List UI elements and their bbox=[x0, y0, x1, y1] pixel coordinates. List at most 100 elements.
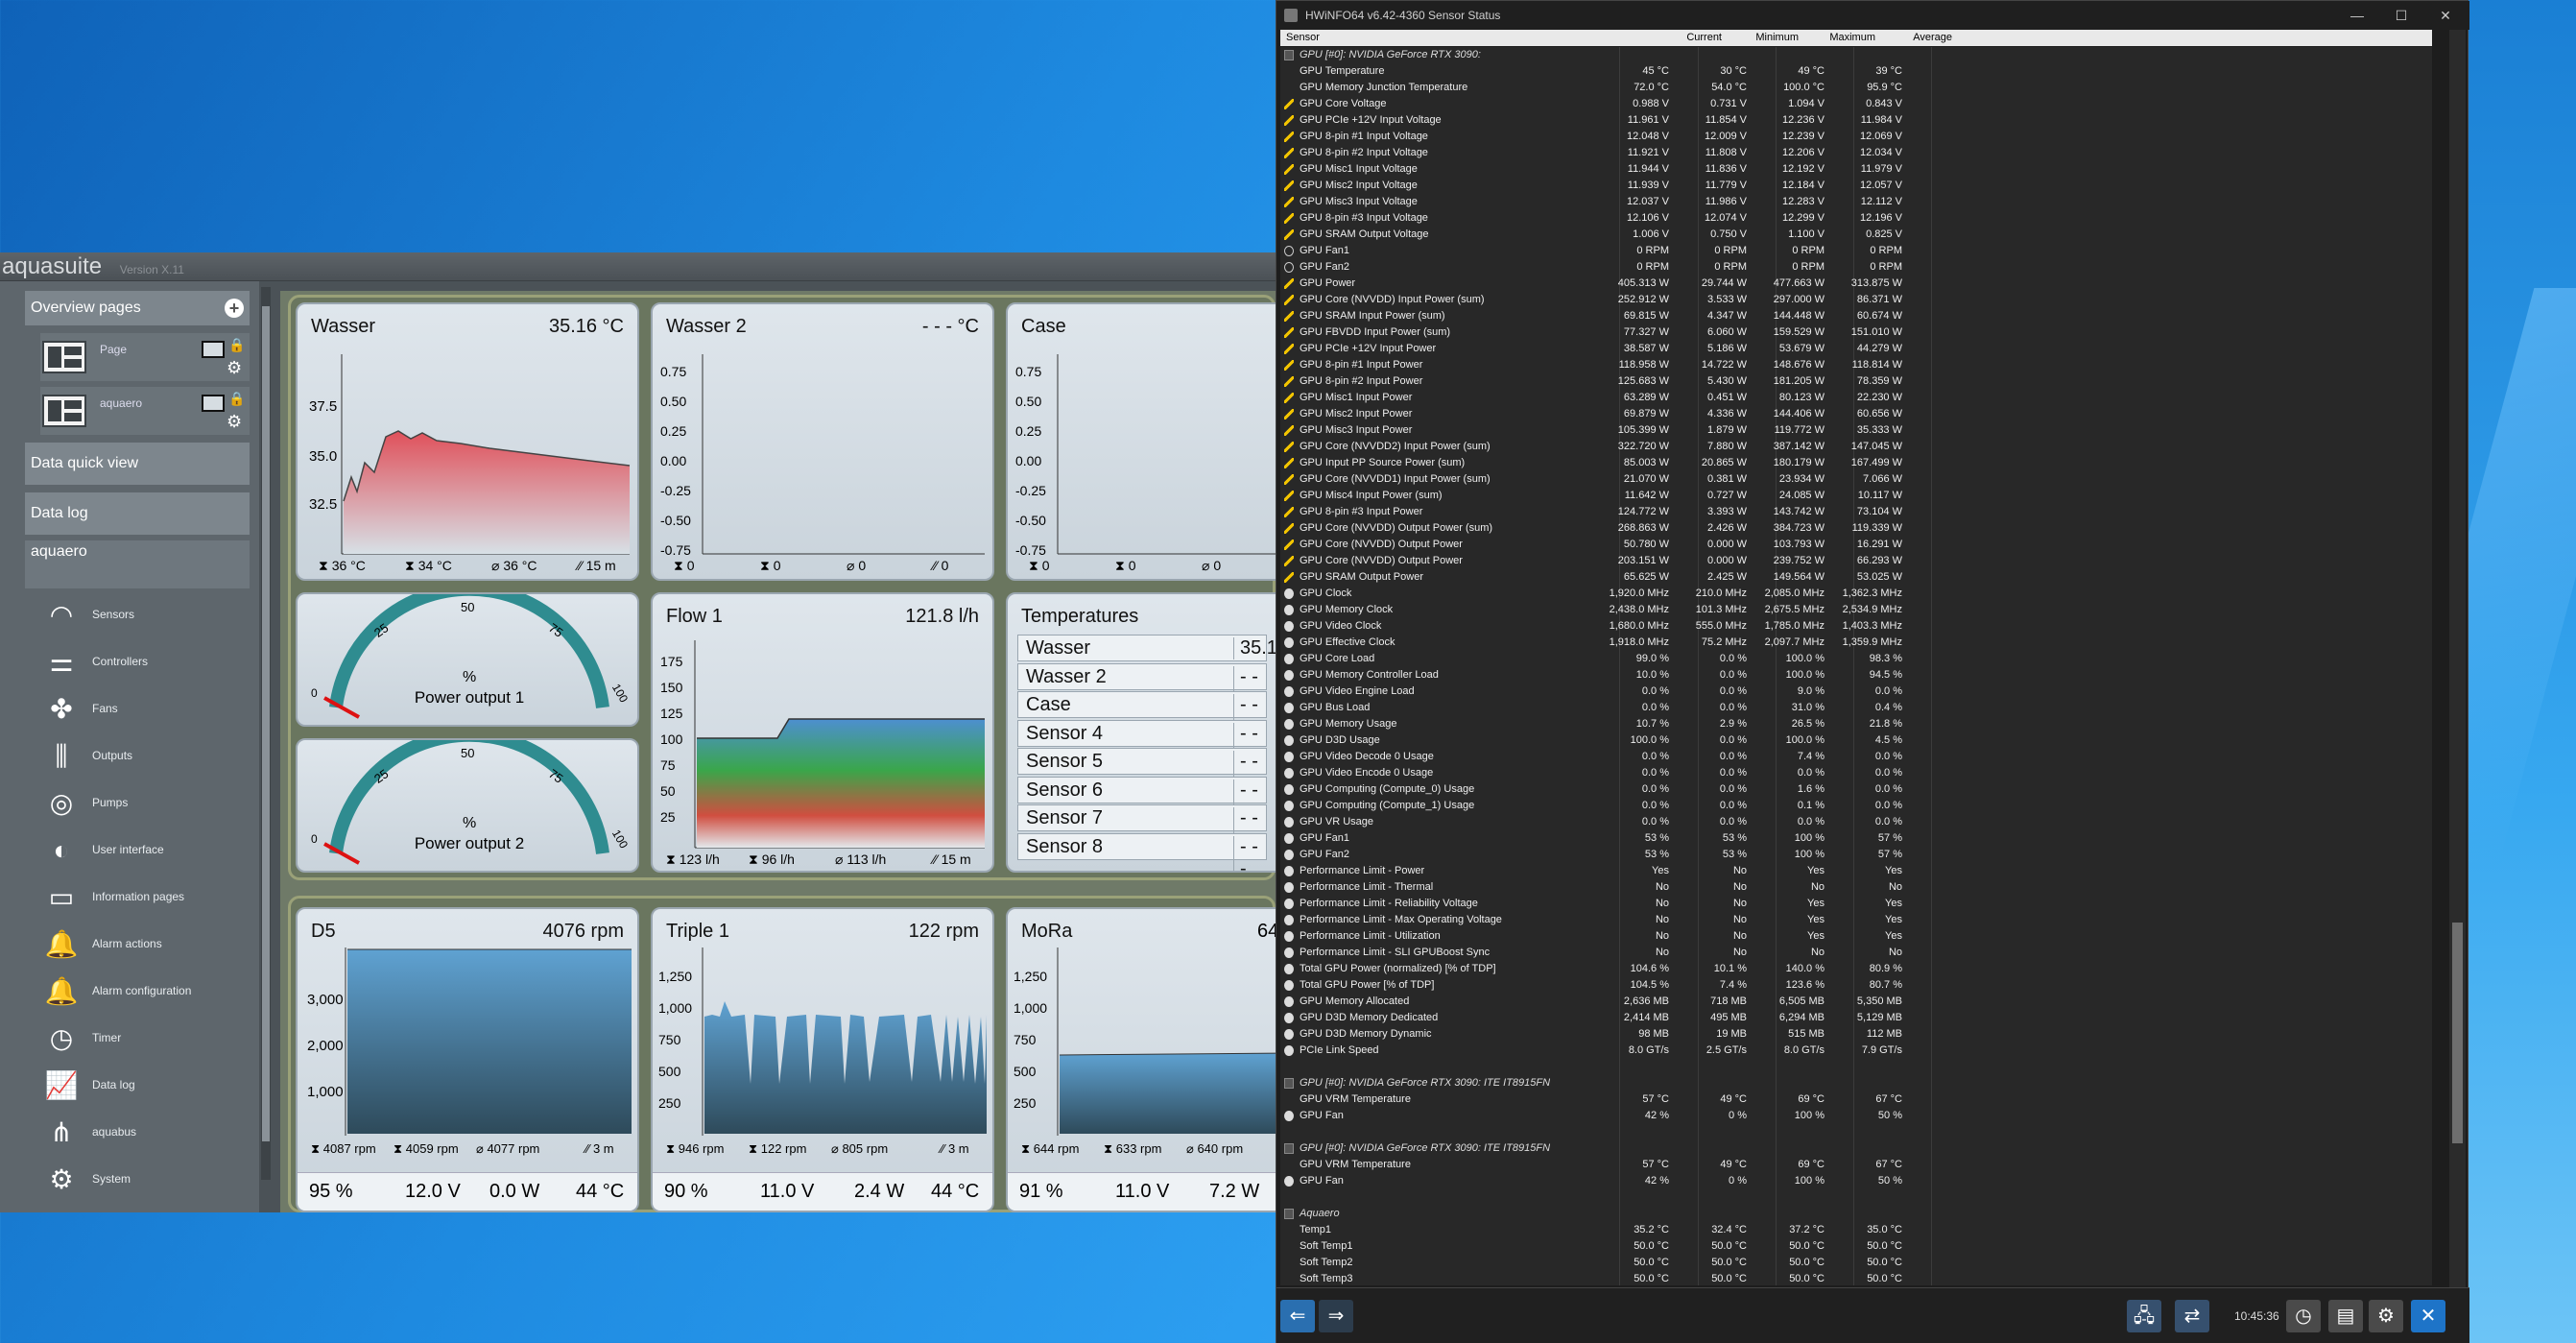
sensor-row[interactable]: GPU SRAM Output Power 65.625 W 2.425 W 149.… bbox=[1280, 569, 2432, 586]
sensor-row[interactable]: GPU Core (NVVDD2) Input Power (sum) 322.7… bbox=[1280, 439, 2432, 455]
maximize-button[interactable]: ☐ bbox=[2379, 1, 2423, 30]
sensor-row[interactable]: GPU Core (NVVDD) Input Power (sum) 252.91… bbox=[1280, 292, 2432, 308]
overview-pages-header[interactable]: Overview pages + bbox=[25, 291, 250, 325]
sensor-row[interactable]: GPU Power 405.313 W 29.744 W 477.663 W 313.8… bbox=[1280, 276, 2432, 292]
sensor-row[interactable]: Soft Temp1 50.0 °C 50.0 °C 50.0 °C 50.0 °C bbox=[1280, 1238, 2432, 1255]
sensor-row[interactable]: GPU Misc2 Input Power 69.879 W 4.336 W 144.… bbox=[1280, 406, 2432, 422]
sync-icon[interactable]: ⇄ bbox=[2175, 1300, 2209, 1332]
nav-item-aquabus[interactable]: ⋔ aquabus bbox=[40, 1112, 250, 1154]
gear-icon[interactable]: ⚙ bbox=[227, 358, 242, 378]
gear-icon[interactable]: ⚙ bbox=[227, 412, 242, 432]
sensor-row[interactable]: GPU FBVDD Input Power (sum) 77.327 W 6.060… bbox=[1280, 324, 2432, 341]
nav-item-system[interactable]: ⚙ System bbox=[40, 1159, 250, 1201]
nav-item-timer[interactable]: ◷ Timer bbox=[40, 1018, 250, 1060]
sensor-row[interactable]: GPU Video Decode 0 Usage 0.0 % 0.0 % 7.4 % 0… bbox=[1280, 749, 2432, 765]
flow1-card[interactable]: Flow 1 121.8 l/h 175 150 125 100 75 50 25 ⧗ 12… bbox=[651, 592, 994, 873]
scrollbar-thumb[interactable] bbox=[262, 306, 270, 1141]
sensor-row[interactable]: GPU Misc3 Input Power 105.399 W 1.879 W 119… bbox=[1280, 422, 2432, 439]
nav-item-pumps[interactable]: ◎ Pumps bbox=[40, 782, 250, 825]
sensor-group-header[interactable]: Aquaero bbox=[1280, 1206, 2432, 1222]
sensor-row[interactable]: Soft Temp3 50.0 °C 50.0 °C 50.0 °C 50.0 °C bbox=[1280, 1271, 2432, 1285]
nav-back-icon[interactable]: ⇐ bbox=[1280, 1300, 1315, 1332]
sensor-row[interactable]: GPU Memory Allocated 2,636 MB 718 MB 6,505 … bbox=[1280, 994, 2432, 1010]
wasser-card[interactable]: Wasser 35.16 °C 37.5 35.0 32.5 ⧗ 36 °C ⧗… bbox=[296, 302, 639, 581]
sensor-row[interactable]: GPU Video Clock 1,680.0 MHz 555.0 MHz 1,785… bbox=[1280, 618, 2432, 635]
sensor-row[interactable]: GPU Fan 42 % 0 % 100 % 50 % bbox=[1280, 1108, 2432, 1124]
nav-item-outputs[interactable]: ⫼ Outputs bbox=[40, 735, 250, 778]
sensor-row[interactable]: GPU Fan2 0 RPM 0 RPM 0 RPM 0 RPM bbox=[1280, 259, 2432, 276]
data-quick-view-button[interactable]: Data quick view bbox=[25, 443, 250, 485]
sensor-row[interactable]: GPU Memory Usage 10.7 % 2.9 % 26.5 % 21.8 % bbox=[1280, 716, 2432, 732]
sensor-row[interactable]: GPU Misc1 Input Power 63.289 W 0.451 W 80.1… bbox=[1280, 390, 2432, 406]
sensor-row[interactable]: GPU Temperature 45 °C 30 °C 49 °C 39 °C bbox=[1280, 63, 2432, 80]
sensor-row[interactable]: GPU SRAM Output Voltage 1.006 V 0.750 V 1.1… bbox=[1280, 227, 2432, 243]
sensor-row[interactable]: GPU 8-pin #3 Input Voltage 12.106 V 12.074… bbox=[1280, 210, 2432, 227]
sensor-row[interactable]: GPU D3D Usage 100.0 % 0.0 % 100.0 % 4.5 % bbox=[1280, 732, 2432, 749]
sensor-row[interactable]: GPU Computing (Compute_1) Usage 0.0 % 0.0 … bbox=[1280, 798, 2432, 814]
sensor-row[interactable]: GPU Fan 42 % 0 % 100 % 50 % bbox=[1280, 1173, 2432, 1189]
sensor-row[interactable]: GPU D3D Memory Dedicated 2,414 MB 495 MB 6,… bbox=[1280, 1010, 2432, 1026]
settings-icon[interactable]: ⚙ bbox=[2369, 1300, 2403, 1332]
sensor-row[interactable]: GPU Misc2 Input Voltage 11.939 V 11.779 V 1… bbox=[1280, 178, 2432, 194]
nav-item-controllers[interactable]: ⚌ Controllers bbox=[40, 641, 250, 683]
power-output-1-gauge[interactable]: 0 25 50 75 100 % Power output 1 bbox=[296, 592, 639, 727]
sensor-row[interactable]: Performance Limit - SLI GPUBoost Sync No N… bbox=[1280, 945, 2432, 961]
sensor-group-header[interactable]: GPU [#0]: NVIDIA GeForce RTX 3090: bbox=[1280, 47, 2432, 63]
sensor-row[interactable]: GPU Memory Clock 2,438.0 MHz 101.3 MHz 2,67… bbox=[1280, 602, 2432, 618]
sensor-group-header[interactable]: GPU [#0]: NVIDIA GeForce RTX 3090: ITE I… bbox=[1280, 1140, 2432, 1157]
wasser2-card[interactable]: Wasser 2 - - - °C 0.75 0.50 0.25 0.00 -0.25-… bbox=[651, 302, 994, 581]
d5-card[interactable]: D5 4076 rpm 3,000 2,000 1,000 ⧗ 4087 rpm… bbox=[296, 907, 639, 1212]
column-header-current[interactable]: Current bbox=[1655, 32, 1722, 43]
add-page-icon[interactable]: + bbox=[225, 299, 244, 318]
nav-item-fans[interactable]: ✤ Fans bbox=[40, 688, 250, 731]
monitor-icon[interactable] bbox=[202, 395, 225, 412]
network-icon[interactable]: 🖧 bbox=[2127, 1300, 2161, 1332]
nav-item-data-log[interactable]: 📈 Data log bbox=[40, 1065, 250, 1107]
nav-item-alarm-configuration[interactable]: 🔔 Alarm configuration bbox=[40, 971, 250, 1013]
sensor-row[interactable]: GPU Effective Clock 1,918.0 MHz 75.2 MHz 2,… bbox=[1280, 635, 2432, 651]
sensor-row[interactable]: GPU Misc3 Input Voltage 12.037 V 11.986 V 1… bbox=[1280, 194, 2432, 210]
sensor-row[interactable]: Total GPU Power [% of TDP] 104.5 % 7.4 % 12… bbox=[1280, 977, 2432, 994]
sensor-row[interactable]: GPU SRAM Input Power (sum) 69.815 W 4.347 … bbox=[1280, 308, 2432, 324]
sensor-row[interactable]: GPU 8-pin #1 Input Power 118.958 W 14.722 … bbox=[1280, 357, 2432, 373]
sensor-row[interactable]: GPU Fan1 53 % 53 % 100 % 57 % bbox=[1280, 830, 2432, 847]
sensor-row[interactable]: GPU Memory Junction Temperature 72.0 °C 54… bbox=[1280, 80, 2432, 96]
lock-icon[interactable]: 🔒 bbox=[228, 391, 245, 406]
column-header-average[interactable]: Average bbox=[1885, 32, 1952, 43]
power-output-2-gauge[interactable]: 0 25 50 75 100 % Power output 2 bbox=[296, 738, 639, 873]
sensor-row[interactable]: GPU VRM Temperature 57 °C 49 °C 69 °C 67 °C bbox=[1280, 1091, 2432, 1108]
triple1-card[interactable]: Triple 1 122 rpm 1,250 1,000 750 500 250 ⧗ 9… bbox=[651, 907, 994, 1212]
sensor-row[interactable]: GPU Core Load 99.0 % 0.0 % 100.0 % 98.3 % bbox=[1280, 651, 2432, 667]
sidebar-scrollbar[interactable] bbox=[261, 287, 271, 1180]
close-sensors-icon[interactable]: ✕ bbox=[2411, 1300, 2445, 1332]
data-log-button[interactable]: Data log bbox=[25, 492, 250, 535]
sensor-row[interactable]: GPU 8-pin #2 Input Power 125.683 W 5.430 W… bbox=[1280, 373, 2432, 390]
nav-item-information-pages[interactable]: ▭ Information pages bbox=[40, 876, 250, 919]
minimize-button[interactable]: — bbox=[2335, 1, 2379, 30]
scrollbar-thumb[interactable] bbox=[2452, 923, 2463, 1143]
nav-item-alarm-actions[interactable]: 🔔 Alarm actions bbox=[40, 923, 250, 966]
sensor-row[interactable]: PCIe Link Speed 8.0 GT/s 2.5 GT/s 8.0 GT/s 7… bbox=[1280, 1043, 2432, 1059]
close-button[interactable]: ✕ bbox=[2423, 1, 2468, 30]
sensor-row[interactable]: GPU Core Voltage 0.988 V 0.731 V 1.094 V 0.8… bbox=[1280, 96, 2432, 112]
sensor-row[interactable]: GPU Fan2 53 % 53 % 100 % 57 % bbox=[1280, 847, 2432, 863]
sensor-row[interactable]: Total GPU Power (normalized) [% of TDP] 1… bbox=[1280, 961, 2432, 977]
sensor-row[interactable]: GPU Core (NVVDD) Output Power (sum) 268.8… bbox=[1280, 520, 2432, 537]
sensor-table-scrollbar[interactable] bbox=[2449, 30, 2466, 1287]
sensor-row[interactable]: GPU Clock 1,920.0 MHz 210.0 MHz 2,085.0 MHz… bbox=[1280, 586, 2432, 602]
case-card[interactable]: Case 0.75 0.50 0.25 0.00 -0.25 -0.50 -0.75 ⧗ 0… bbox=[1006, 302, 1276, 581]
column-header-sensor[interactable]: Sensor bbox=[1286, 32, 1320, 43]
sensor-row[interactable]: GPU Fan1 0 RPM 0 RPM 0 RPM 0 RPM bbox=[1280, 243, 2432, 259]
sensor-row[interactable]: Performance Limit - Thermal No No No No bbox=[1280, 879, 2432, 896]
sensor-row[interactable]: GPU Core (NVVDD) Output Power 203.151 W 0.… bbox=[1280, 553, 2432, 569]
column-header-maximum[interactable]: Maximum bbox=[1808, 32, 1875, 43]
sensor-row[interactable]: GPU Computing (Compute_0) Usage 0.0 % 0.0 … bbox=[1280, 781, 2432, 798]
sensor-row[interactable]: GPU Video Encode 0 Usage 0.0 % 0.0 % 0.0 % 0… bbox=[1280, 765, 2432, 781]
sensor-row[interactable]: GPU VR Usage 0.0 % 0.0 % 0.0 % 0.0 % bbox=[1280, 814, 2432, 830]
lock-icon[interactable]: 🔒 bbox=[228, 337, 245, 352]
page-item-page[interactable]: Page 🔒 ⚙ bbox=[40, 333, 250, 381]
sensor-row[interactable]: GPU VRM Temperature 57 °C 49 °C 69 °C 67 °C bbox=[1280, 1157, 2432, 1173]
hwinfo-titlebar[interactable]: HWiNFO64 v6.42-4360 Sensor Status — ☐ ✕ bbox=[1276, 1, 2469, 30]
clock-icon[interactable]: ◷ bbox=[2286, 1300, 2321, 1332]
sensor-row[interactable]: GPU Core (NVVDD1) Input Power (sum) 21.07… bbox=[1280, 471, 2432, 488]
